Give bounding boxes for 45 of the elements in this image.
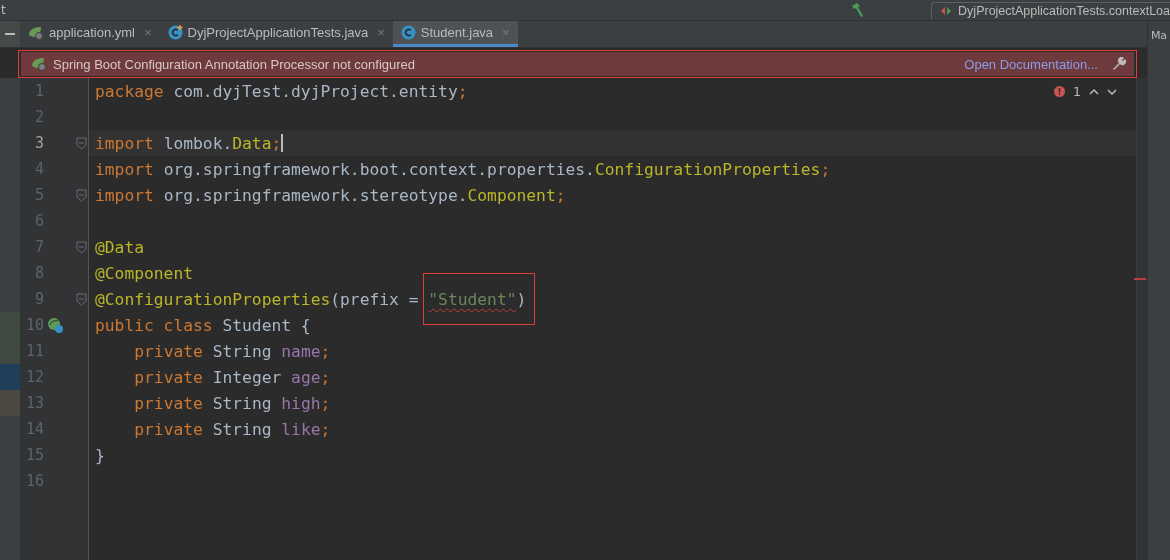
file-tab[interactable]: DyjProjectApplicationTests.java × bbox=[159, 21, 393, 47]
class-icon bbox=[400, 25, 416, 40]
title-text: t bbox=[0, 3, 6, 17]
chevron-up-icon[interactable] bbox=[1089, 87, 1099, 96]
code-line: private Integer age; bbox=[133, 367, 331, 387]
chevron-down-icon[interactable] bbox=[1107, 87, 1117, 96]
code-line: @Data bbox=[95, 237, 144, 257]
code-line: import org.springframework.boot.context.properties.ConfigurationProperties; bbox=[95, 159, 831, 179]
collapse-button[interactable] bbox=[0, 21, 20, 47]
code-line: private String name; bbox=[133, 341, 331, 361]
fold-icon[interactable] bbox=[75, 136, 87, 150]
code-line: public class Student { bbox=[95, 315, 311, 335]
file-tab[interactable]: application.yml × bbox=[20, 21, 160, 47]
file-tab[interactable]: Student.java × bbox=[392, 21, 518, 47]
error-count[interactable]: 1 bbox=[1073, 84, 1081, 99]
code-line: import lombok.Data; bbox=[95, 133, 282, 153]
change-marker[interactable] bbox=[0, 338, 20, 364]
documentation-link[interactable]: Open Documentation... bbox=[964, 56, 1098, 72]
fold-icon[interactable] bbox=[75, 188, 87, 202]
code-line: @Component bbox=[95, 263, 194, 283]
code-line: private String high; bbox=[133, 393, 331, 413]
code-line: @ConfigurationProperties(prefix = "Student") bbox=[95, 289, 527, 309]
banner-text: Spring Boot Configuration Annotation Processor not configured bbox=[53, 56, 417, 72]
error-marker[interactable] bbox=[1134, 278, 1146, 280]
change-marker[interactable] bbox=[0, 390, 20, 416]
code-line: private String like; bbox=[133, 419, 331, 439]
hammer-icon[interactable] bbox=[849, 2, 866, 18]
spring-leaf-icon bbox=[31, 57, 47, 71]
code-line: import org.springframework.stereotype.Component; bbox=[95, 185, 566, 205]
text-cursor bbox=[281, 134, 283, 152]
bean-icon[interactable] bbox=[46, 316, 64, 334]
change-marker[interactable] bbox=[0, 364, 20, 390]
spring-leaf-icon bbox=[28, 25, 44, 40]
run-configuration[interactable]: DyjProjectApplicationTests.contextLoa bbox=[931, 1, 1170, 19]
fold-icon[interactable] bbox=[75, 292, 87, 306]
error-icon[interactable] bbox=[1054, 86, 1066, 97]
class-icon bbox=[167, 25, 183, 40]
fold-icon[interactable] bbox=[75, 240, 87, 254]
code-line: } bbox=[95, 445, 105, 465]
tool-window-label[interactable]: Ma bbox=[1150, 29, 1168, 42]
run-config-icon bbox=[940, 4, 953, 17]
line-number: 3 bbox=[33, 134, 44, 152]
scrollbar[interactable] bbox=[1136, 78, 1147, 560]
code-line: package com.dyjTest.dyjProject.entity; bbox=[95, 81, 468, 101]
wrench-icon[interactable] bbox=[1112, 57, 1126, 71]
